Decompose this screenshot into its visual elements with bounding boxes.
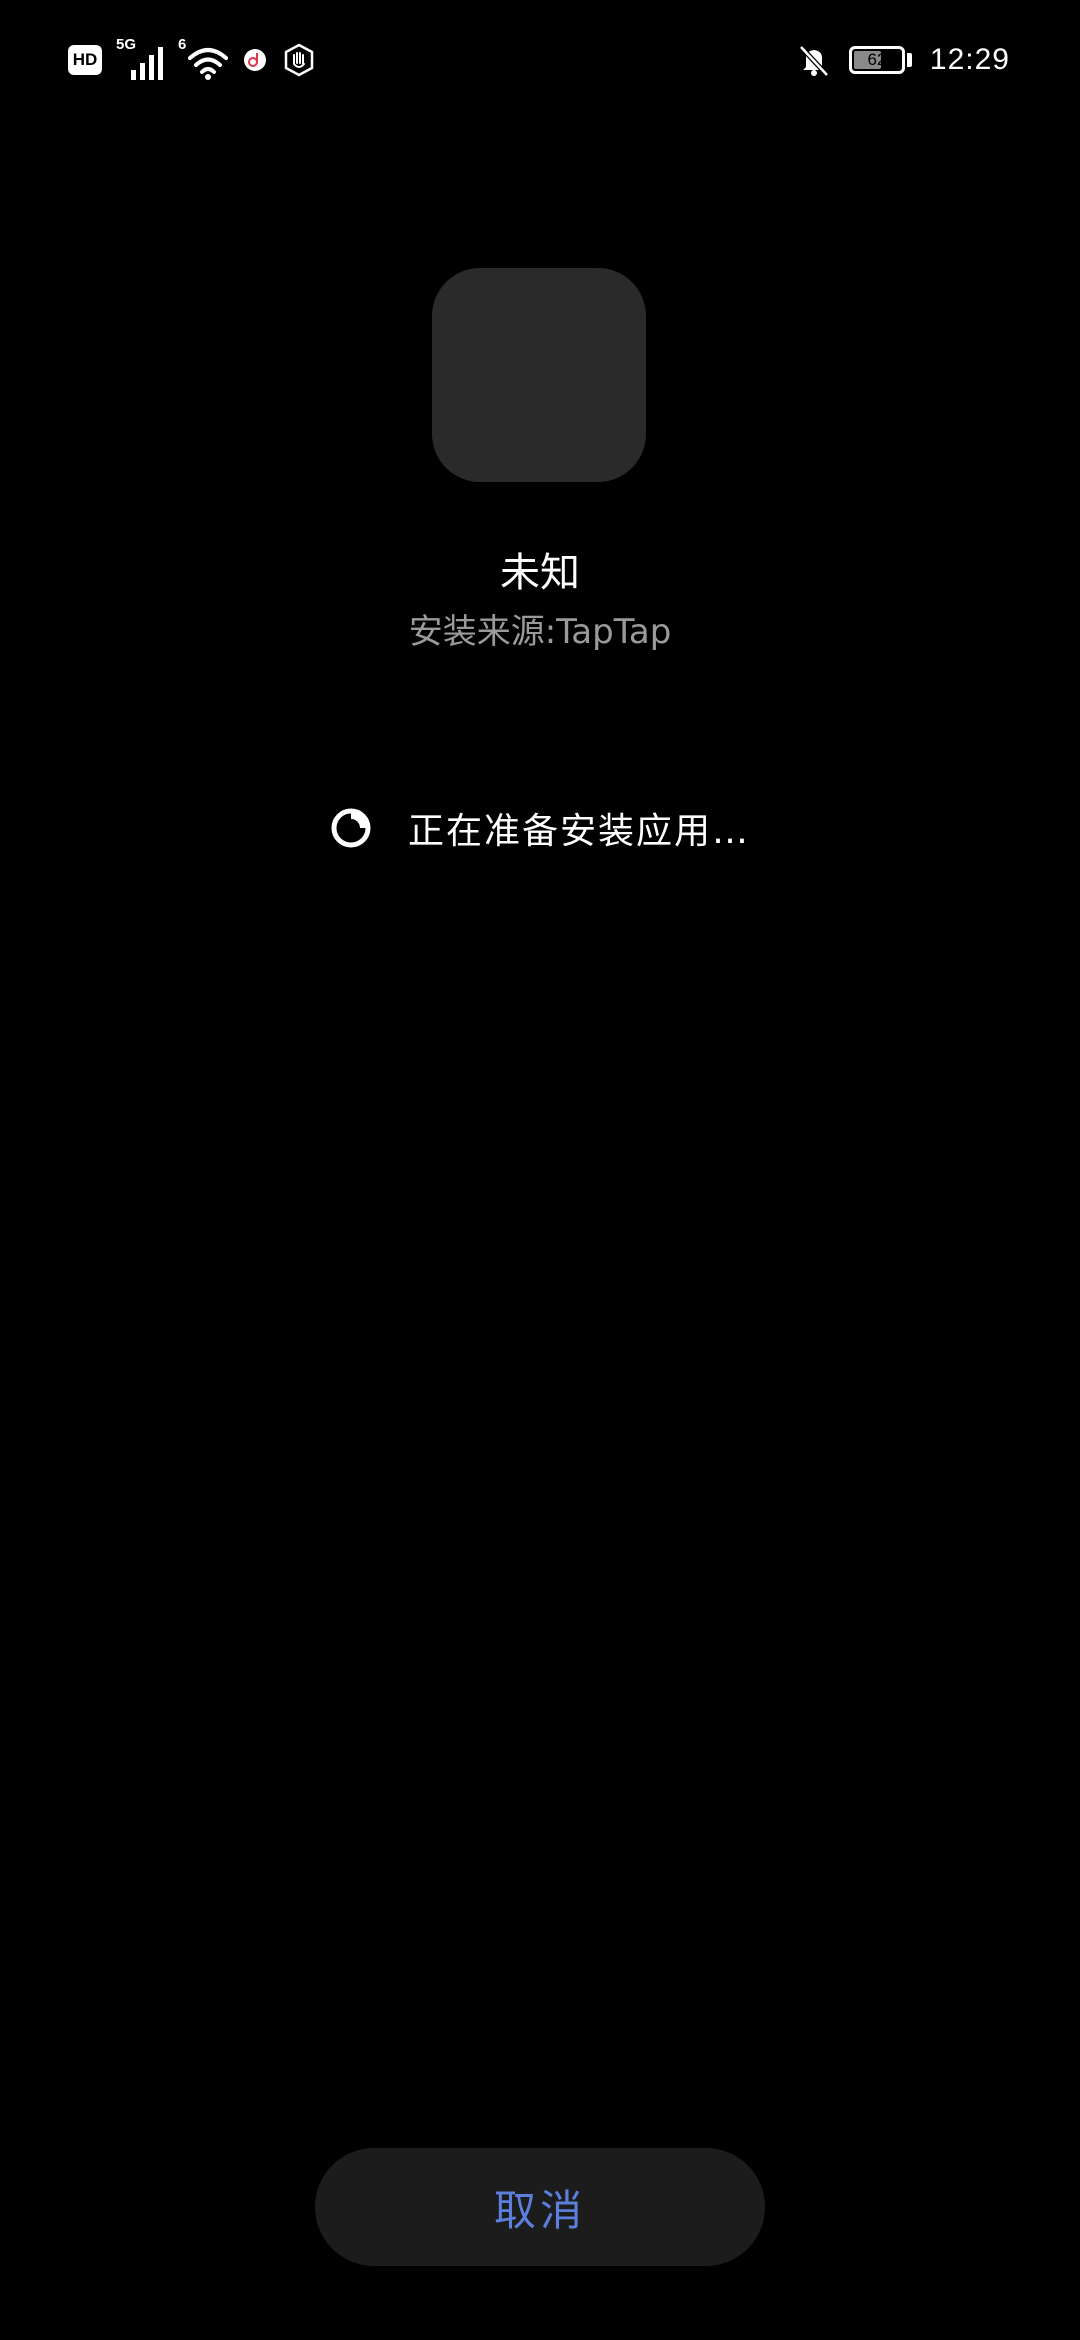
status-bar-right: 62 12:29 (797, 36, 1010, 84)
status-bar-left: HD 5G 6 (68, 36, 316, 84)
status-bar: HD 5G 6 62 12:29 (0, 0, 1080, 120)
app-notification-icon (244, 49, 266, 71)
app-name: 未知 (500, 550, 580, 596)
clock: 12:29 (929, 43, 1010, 76)
cancel-button[interactable]: 取消 (315, 2148, 765, 2266)
battery-nub (906, 53, 912, 67)
app-icon-placeholder (432, 268, 646, 482)
signal-bars (131, 47, 163, 80)
notifications-muted-icon (799, 45, 829, 77)
battery-indicator: 62 (848, 46, 912, 74)
battery-icon: 62 (848, 46, 905, 74)
battery-level: 62 (867, 50, 887, 69)
wifi-icon: 6 (178, 36, 228, 80)
wifi-standard-label: 6 (178, 36, 187, 53)
install-progress: 正在准备安装应用… (0, 800, 1080, 856)
hand-shield-icon (284, 43, 314, 77)
loading-spinner-icon (331, 808, 371, 848)
cellular-signal-icon: 5G (116, 36, 164, 80)
progress-message: 正在准备安装应用… (407, 811, 750, 852)
install-source-label: 安装来源:TapTap (408, 612, 672, 652)
hd-icon: HD (68, 45, 102, 75)
wifi-arcs (188, 48, 228, 80)
